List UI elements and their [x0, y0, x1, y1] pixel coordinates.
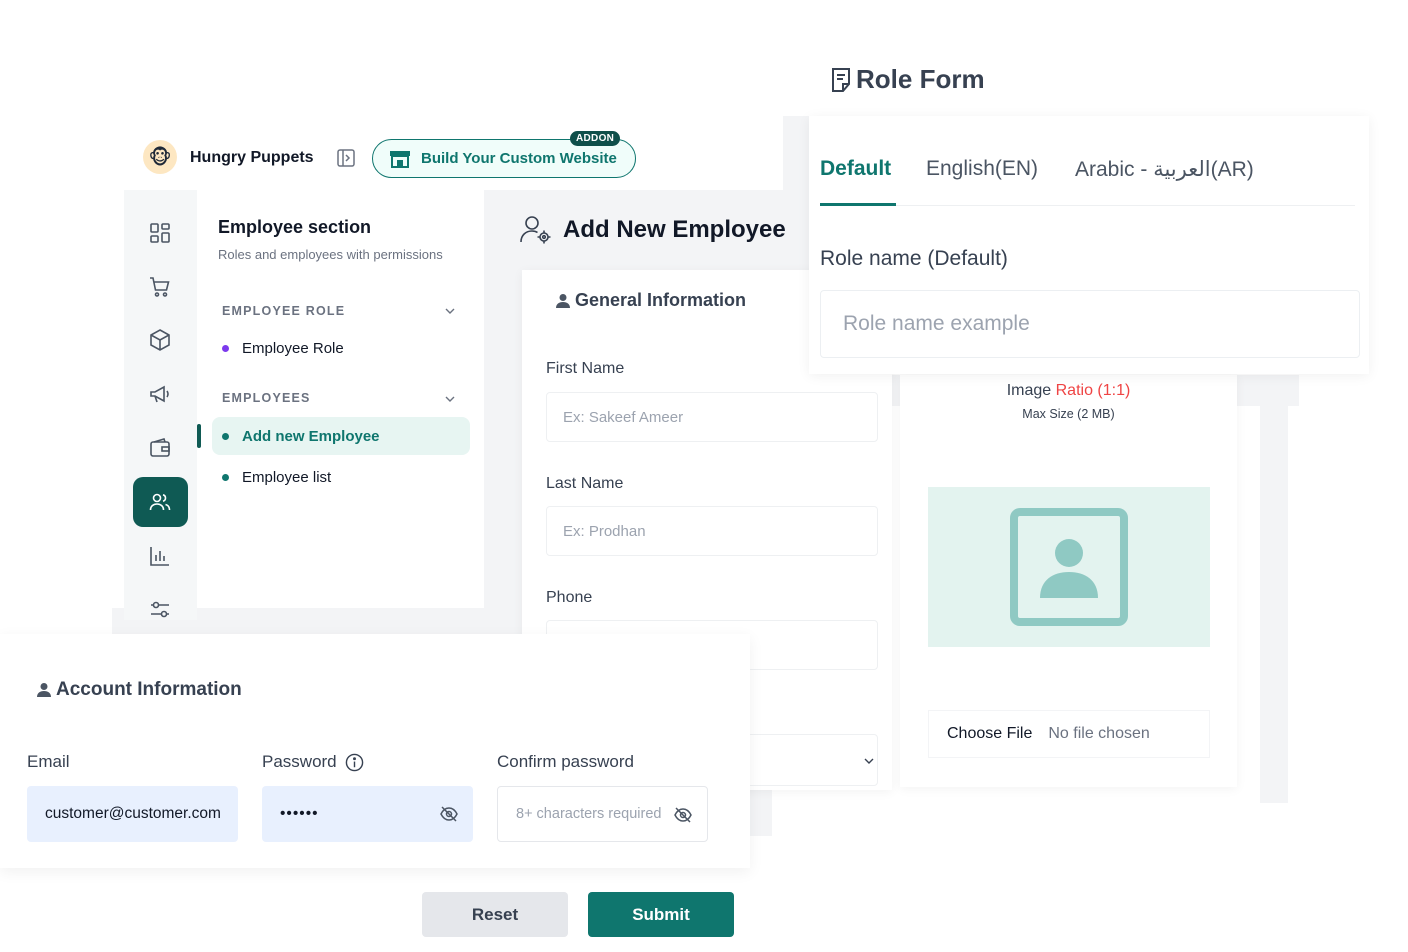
confirm-password-placeholder: 8+ characters required	[516, 806, 661, 822]
active-tab-underline	[820, 203, 896, 206]
users-icon[interactable]	[148, 490, 172, 514]
document-icon	[832, 67, 850, 92]
menu-item-add-new-employee[interactable]: Add new Employee	[212, 417, 470, 455]
confirm-password-label: Confirm password	[497, 752, 634, 772]
storefront-icon	[390, 150, 410, 168]
brand-name: Hungry Puppets	[190, 149, 314, 166]
image-ratio-value: Ratio (1:1)	[1055, 382, 1131, 399]
first-name-label: First Name	[546, 360, 625, 377]
chevron-down-icon[interactable]	[444, 305, 456, 317]
box-icon[interactable]	[148, 328, 172, 352]
last-name-label: Last Name	[546, 475, 624, 492]
menu-dot	[222, 474, 229, 481]
image-preview[interactable]	[928, 487, 1210, 647]
megaphone-icon[interactable]	[148, 382, 172, 406]
menu-dot	[222, 345, 229, 352]
password-input[interactable]: ••••••	[262, 786, 473, 842]
password-value: ••••••	[280, 805, 319, 822]
email-input[interactable]: customer@customer.com	[27, 786, 238, 842]
settings-sliders-icon[interactable]	[148, 598, 172, 622]
menu-item-label: Add new Employee	[242, 427, 380, 445]
general-information-label: General Information	[575, 290, 747, 310]
last-name-input[interactable]: Ex: Prodhan	[546, 506, 878, 556]
add-employee-title: Add New Employee	[563, 216, 786, 243]
confirm-password-label-text: Confirm password	[497, 752, 634, 771]
menu-group-employees[interactable]: EMPLOYEES	[222, 391, 311, 405]
sidebar-collapse-icon[interactable]	[336, 148, 356, 168]
image-max-size: Max Size (2 MB)	[1022, 407, 1115, 421]
gray-backdrop-image	[1260, 375, 1288, 803]
general-information-heading: General Information	[555, 290, 746, 311]
menu-dot	[222, 433, 229, 440]
addon-badge: ADDON	[570, 131, 621, 146]
info-icon[interactable]	[345, 753, 364, 772]
tab-arabic[interactable]: Arabic - العربية(AR)	[1075, 157, 1254, 182]
confirm-password-input[interactable]: 8+ characters required	[497, 786, 708, 842]
chevron-down-icon[interactable]	[444, 393, 456, 405]
wallet-icon[interactable]	[148, 436, 172, 460]
password-label: Password	[262, 752, 364, 772]
tab-english[interactable]: English(EN)	[926, 157, 1038, 181]
addon-button-label: Build Your Custom Website	[421, 150, 617, 167]
tab-default[interactable]: Default	[820, 157, 891, 181]
choose-file-button[interactable]: Choose File	[947, 725, 1032, 743]
user-icon	[37, 683, 51, 697]
role-name-label: Role name (Default)	[820, 247, 1008, 270]
role-name-input[interactable]: Role name example	[820, 290, 1360, 358]
cart-icon[interactable]	[148, 275, 172, 299]
image-ratio-text: Image Ratio (1:1)	[900, 382, 1237, 400]
tab-divider	[820, 205, 1355, 206]
email-label: Email	[27, 752, 70, 772]
password-label-text: Password	[262, 752, 337, 771]
menu-item-label: Employee Role	[242, 339, 344, 357]
menu-item-employee-role[interactable]: Employee Role	[212, 329, 470, 367]
first-name-input[interactable]: Ex: Sakeef Ameer	[546, 392, 878, 442]
user-settings-icon	[520, 216, 551, 244]
file-input[interactable]: Choose File No file chosen	[928, 710, 1210, 758]
eye-off-icon[interactable]	[673, 805, 693, 825]
role-form-title-text: Role Form	[856, 64, 985, 94]
account-information-label: Account Information	[56, 679, 242, 700]
phone-label: Phone	[546, 589, 593, 606]
employee-section-subtitle: Roles and employees with permissions	[218, 247, 443, 262]
chart-icon[interactable]	[148, 544, 172, 568]
person-placeholder-icon	[1010, 508, 1128, 626]
menu-group-employee-role[interactable]: EMPLOYEE ROLE	[222, 304, 345, 318]
active-indicator-bar	[197, 424, 201, 448]
menu-item-label: Employee list	[242, 468, 332, 486]
menu-item-employee-list[interactable]: Employee list	[212, 458, 470, 496]
user-icon	[556, 293, 570, 308]
brand-logo: 🐵	[143, 140, 177, 174]
no-file-text: No file chosen	[1048, 725, 1150, 742]
role-form-title: Role Form	[830, 64, 985, 95]
image-label: Image	[1006, 382, 1052, 399]
account-information-heading: Account Information	[36, 679, 242, 701]
dashboard-icon[interactable]	[148, 221, 172, 245]
submit-button[interactable]: Submit	[588, 892, 734, 937]
chevron-down-icon	[864, 758, 874, 764]
reset-button[interactable]: Reset	[422, 892, 568, 937]
email-value: customer@customer.com	[45, 805, 220, 822]
email-label-text: Email	[27, 752, 70, 771]
eye-off-icon[interactable]	[439, 804, 459, 824]
employee-section-title: Employee section	[218, 217, 372, 237]
